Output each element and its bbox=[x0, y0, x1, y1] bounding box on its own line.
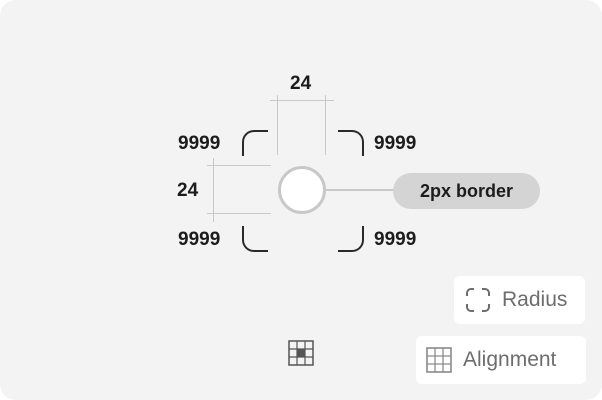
corner-bottom-right bbox=[338, 226, 364, 252]
radius-top-right-label: 9999 bbox=[374, 133, 417, 154]
grid-icon bbox=[426, 347, 452, 373]
radius-button[interactable]: Radius bbox=[454, 276, 585, 324]
width-label: 24 bbox=[290, 73, 312, 94]
height-label: 24 bbox=[177, 180, 199, 201]
border-leader-line bbox=[326, 189, 394, 191]
width-guide-bar bbox=[270, 100, 334, 101]
alignment-button-label: Alignment bbox=[463, 348, 557, 371]
corner-bottom-left bbox=[242, 226, 268, 252]
width-guide-left bbox=[277, 95, 278, 155]
corner-top-right bbox=[338, 130, 364, 156]
height-guide-bottom bbox=[207, 213, 271, 214]
alignment-button[interactable]: Alignment bbox=[416, 336, 586, 384]
preview-circle bbox=[278, 166, 326, 214]
radius-top-left-label: 9999 bbox=[178, 133, 221, 154]
radius-bottom-left-label: 9999 bbox=[178, 229, 221, 250]
height-guide-bar bbox=[213, 158, 214, 222]
height-guide-top bbox=[207, 165, 271, 166]
alignment-grid-center-icon[interactable] bbox=[288, 340, 314, 371]
border-pill: 2px border bbox=[393, 173, 540, 209]
corner-top-left bbox=[242, 130, 268, 156]
corners-dashed-icon bbox=[465, 287, 491, 313]
radius-button-label: Radius bbox=[502, 288, 568, 311]
border-label: 2px border bbox=[419, 180, 514, 201]
component-preview-panel: 24 24 9999 9999 9999 9999 2px border Rad… bbox=[0, 0, 602, 400]
width-guide-right bbox=[325, 95, 326, 155]
radius-bottom-right-label: 9999 bbox=[374, 229, 417, 250]
